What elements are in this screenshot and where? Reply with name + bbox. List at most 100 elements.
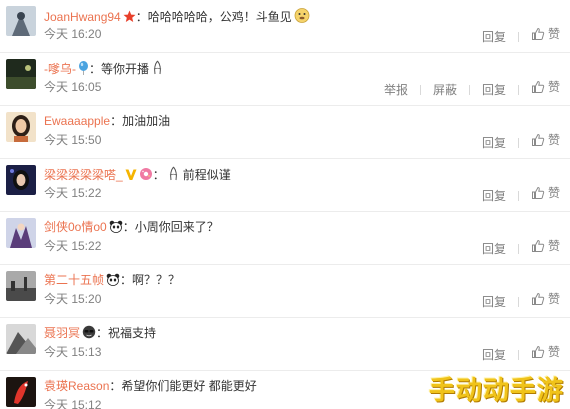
comment-line: 梁梁梁梁梁嗒_：前程似谨 (44, 166, 231, 182)
username-link[interactable]: 袁瑛Reason (44, 379, 109, 393)
balloon-badge-icon (78, 61, 89, 79)
like-label: 赞 (547, 27, 560, 41)
avatar[interactable] (6, 59, 36, 89)
username-link[interactable]: Ewaaaapple (44, 114, 110, 128)
comment-line: 袁瑛Reason：希望你们能更好 都能更好 (44, 379, 257, 393)
divider (517, 244, 519, 254)
comment-text: 希望你们能更好 都能更好 (121, 379, 257, 393)
reply-button[interactable]: 回复 (482, 82, 506, 98)
comment-item: 聂羽冥 ：祝福支持 今天 15:13 回复 赞 (0, 318, 570, 371)
like-button[interactable]: 赞 (531, 238, 560, 254)
comment-line: -嗲乌- ：等你开播 (44, 60, 164, 76)
avatar[interactable] (6, 271, 36, 301)
report-button[interactable]: 举报 (384, 82, 408, 98)
site-watermark: 手动动手游 (428, 376, 564, 406)
comment-time: 今天 16:20 (44, 27, 102, 41)
comment-text: 啊？？？ (132, 273, 181, 287)
reply-button[interactable]: 回复 (482, 241, 506, 257)
like-label: 赞 (547, 80, 560, 94)
like-button[interactable]: 赞 (531, 344, 560, 360)
comment-list: JoanHwang94 ：哈哈哈哈哈，公鸡！斗鱼见 今天 16:20 回复赞 -嗲… (0, 0, 570, 409)
like-label: 赞 (547, 239, 560, 253)
comment-time: 今天 15:22 (44, 186, 102, 200)
verified-v-icon (125, 168, 137, 185)
comment-text: 小周你回来了？ (134, 220, 219, 234)
reply-button[interactable]: 回复 (482, 294, 506, 310)
comment-actions: 回复 赞 (470, 185, 560, 204)
thumbs-up-icon (531, 239, 545, 252)
divider (468, 85, 470, 95)
comment-actions: 回复 赞 (470, 132, 560, 151)
comment-line: 剑侠0o情o0 ：小周你回来了？ (44, 219, 219, 235)
username-link[interactable]: 聂羽冥 (44, 326, 80, 340)
panda-badge-icon (106, 273, 120, 290)
username-link[interactable]: 梁梁梁梁梁嗒_ (44, 168, 123, 182)
star-badge-icon (123, 10, 136, 27)
avatar[interactable] (6, 324, 36, 354)
reply-button[interactable]: 回复 (482, 29, 506, 45)
comment-time: 今天 15:50 (44, 133, 102, 147)
comment-item: -嗲乌- ：等你开播 今天 16:05 举报 屏蔽 回复 赞 (0, 53, 570, 106)
pray-emoji-icon (151, 60, 164, 79)
comment-actions: 举报 屏蔽 回复 赞 (372, 79, 560, 98)
like-label: 赞 (547, 345, 560, 359)
comment-actions: 回复 赞 (470, 291, 560, 310)
comment-time: 今天 15:13 (44, 345, 102, 359)
comment-line: 聂羽冥 ：祝福支持 (44, 325, 156, 341)
comment-text: 哈哈哈哈哈，公鸡！斗鱼见 (147, 10, 292, 24)
comment-item: 剑侠0o情o0 ：小周你回来了？ 今天 15:22 回复 赞 (0, 212, 570, 265)
thumbs-up-icon (531, 345, 545, 358)
divider (517, 32, 519, 42)
like-label: 赞 (547, 292, 560, 306)
comment-item: JoanHwang94 ：哈哈哈哈哈，公鸡！斗鱼见 今天 16:20 回复 赞 (0, 0, 570, 53)
comment-text: 前程似谨 (182, 168, 231, 182)
comment-text: 祝福支持 (108, 326, 157, 340)
sunglasses-badge-icon (82, 325, 96, 343)
comment-actions: 回复 赞 (470, 26, 560, 45)
username-link[interactable]: JoanHwang94 (44, 10, 121, 24)
divider (419, 85, 421, 95)
block-button[interactable]: 屏蔽 (433, 82, 457, 98)
like-label: 赞 (547, 133, 560, 147)
comment-text: 加油加油 (122, 114, 171, 128)
comment-item: 第二十五帧 ：啊？？？ 今天 15:20 回复 赞 (0, 265, 570, 318)
reply-button[interactable]: 回复 (482, 347, 506, 363)
panda-badge-icon (109, 220, 123, 237)
avatar[interactable] (6, 218, 36, 248)
comment-actions: 回复 赞 (470, 344, 560, 363)
thumbs-up-icon (531, 80, 545, 93)
thumbs-up-icon (531, 133, 545, 146)
reply-button[interactable]: 回复 (482, 188, 506, 204)
thumbs-up-icon (531, 186, 545, 199)
comment-time: 今天 15:20 (44, 292, 102, 306)
doge-emoji-icon (294, 7, 310, 27)
reply-button[interactable]: 回复 (482, 135, 506, 151)
avatar[interactable] (6, 112, 36, 142)
like-button[interactable]: 赞 (531, 132, 560, 148)
avatar[interactable] (6, 6, 36, 36)
username-link[interactable]: -嗲乌- (44, 62, 76, 76)
like-button[interactable]: 赞 (531, 79, 560, 95)
username-link[interactable]: 第二十五帧 (44, 273, 104, 287)
comment-item: 梁梁梁梁梁嗒_：前程似谨 今天 15:22 回复 赞 (0, 159, 570, 212)
avatar[interactable] (6, 165, 36, 195)
donut-badge-icon (139, 167, 153, 185)
thumbs-up-icon (531, 27, 545, 40)
comment-time: 今天 15:12 (44, 398, 102, 409)
divider (517, 191, 519, 201)
thumbs-up-icon (531, 292, 545, 305)
comment-actions: 回复 赞 (470, 238, 560, 257)
like-button[interactable]: 赞 (531, 291, 560, 307)
comment-item: Ewaaaapple：加油加油 今天 15:50 回复 赞 (0, 106, 570, 159)
like-button[interactable]: 赞 (531, 185, 560, 201)
divider (517, 85, 519, 95)
avatar[interactable] (6, 377, 36, 407)
comment-time: 今天 15:22 (44, 239, 102, 253)
comment-text: 等你开播 (101, 62, 150, 76)
pray-emoji-icon (167, 166, 180, 185)
comment-line: 第二十五帧 ：啊？？？ (44, 272, 180, 288)
divider (517, 297, 519, 307)
comment-line: JoanHwang94 ：哈哈哈哈哈，公鸡！斗鱼见 (44, 7, 310, 24)
username-link[interactable]: 剑侠0o情o0 (44, 220, 107, 234)
like-button[interactable]: 赞 (531, 26, 560, 42)
